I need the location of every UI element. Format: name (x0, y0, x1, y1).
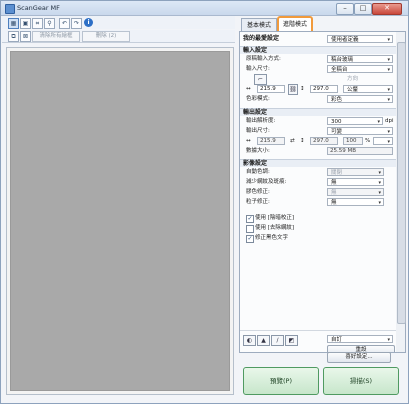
data-size-value: 25.59 MB (327, 147, 393, 155)
zoom-icon[interactable]: ⚲ (44, 18, 55, 29)
preview-area[interactable] (6, 47, 234, 395)
resolution-select[interactable]: 300 ▾ (327, 117, 383, 125)
auto-tone-select[interactable]: 關閉 ▾ (327, 168, 384, 176)
info-icon[interactable]: i (84, 18, 93, 27)
thumbnail-view-icon[interactable]: ▦ (8, 18, 19, 29)
orientation-icon[interactable]: ⌐ (254, 74, 267, 85)
data-size-label: 數據大小: (246, 148, 270, 154)
title-bar[interactable]: ScanGear MF – □ ✕ (1, 1, 408, 16)
image-settings-header: 影像設定 (240, 159, 397, 167)
crop-icon[interactable]: ⌗ (32, 18, 43, 29)
frame-select-icon[interactable]: ⧉ (8, 31, 19, 42)
output-size-label: 輸出尺寸: (246, 128, 270, 134)
tab-basic-mode[interactable]: 基本模式 (241, 18, 277, 32)
preview-button[interactable]: 預覽(P) (243, 367, 319, 395)
input-settings-header: 輸入設定 (240, 46, 397, 54)
tone-curve-icon[interactable]: ∕ (271, 335, 284, 346)
resolution-label: 輸出解析度: (246, 118, 276, 124)
scrollbar-thumb[interactable] (397, 42, 406, 324)
color-correction-select[interactable]: 無 ▾ (327, 188, 384, 196)
delete-frame-button[interactable]: 刪除 (2) (82, 31, 130, 42)
output-height-field[interactable]: 297.0 (310, 137, 338, 145)
input-size-label: 輸入尺寸: (246, 66, 270, 72)
black-text-label: 修正黑色文字 (255, 235, 289, 241)
black-text-checkbox[interactable]: ✓ (246, 235, 254, 243)
input-width-field[interactable]: 215.9 (257, 85, 285, 93)
app-window: ScanGear MF – □ ✕ ▦ ▣ ⌗ ⚲ ↶ ↷ i ⧉ ⊠ 清除所有… (0, 0, 409, 404)
scale-select[interactable]: ▾ (373, 137, 393, 145)
color-mode-select[interactable]: 彩色 ▾ (327, 95, 393, 103)
divider (240, 330, 397, 331)
descreen-select[interactable]: 無 ▾ (327, 178, 384, 186)
descreen-label: 減少網紋及斑痕: (246, 179, 287, 185)
input-height-field[interactable]: 297.0 (310, 85, 338, 93)
shading-correction-checkbox[interactable]: ✓ (246, 215, 254, 223)
tone-preset-select[interactable]: 自訂 ▾ (327, 335, 393, 343)
favorites-select[interactable]: 使用者定義 ▾ (327, 35, 393, 43)
output-height-icon: ↕ (300, 138, 305, 144)
frame-toolbar: ⧉ ⊠ 清除所有繪框 刪除 (2) (2, 30, 235, 43)
output-width-field[interactable]: 215.9 (257, 137, 285, 145)
paper-source-label: 原稿輸入方式: (246, 56, 281, 62)
direction-label: 方向 (347, 76, 359, 82)
grain-label: 粒子修正: (246, 199, 270, 205)
color-correction-label: 膠色修正: (246, 189, 270, 195)
lock-aspect-icon[interactable]: ⛓ (288, 84, 298, 95)
resolution-unit: dpi (385, 118, 394, 124)
app-icon (5, 4, 15, 14)
descreen-checkbox[interactable] (246, 225, 254, 233)
auto-tone-label: 自動色調: (246, 169, 270, 175)
scan-button[interactable]: 掃描(S) (323, 367, 399, 395)
output-settings-header: 輸出設定 (240, 108, 397, 116)
preview-image[interactable] (10, 51, 230, 391)
rotate-left-icon[interactable]: ↶ (59, 18, 70, 29)
grain-select[interactable]: 無 ▾ (327, 198, 384, 206)
rotate-right-icon[interactable]: ↷ (71, 18, 82, 29)
histogram-icon[interactable]: ▲ (257, 335, 270, 346)
maximize-button[interactable]: □ (354, 3, 372, 15)
descreen-checkbox-label: 使用 [去除網紋] (255, 225, 295, 231)
scale-unit: % (365, 138, 371, 144)
threshold-icon[interactable]: ◩ (285, 335, 298, 346)
preferences-button[interactable]: 喜好設定... (327, 352, 391, 363)
output-size-select[interactable]: 可變 ▾ (327, 127, 393, 135)
width-icon: ↔ (246, 86, 251, 92)
swap-icon: ⇄ (290, 138, 295, 144)
whole-image-view-icon[interactable]: ▣ (20, 18, 31, 29)
output-width-icon: ↔ (246, 138, 251, 144)
frame-delete-icon[interactable]: ⊠ (20, 31, 31, 42)
paper-source-select[interactable]: 稿台玻璃 ▾ (327, 55, 393, 63)
color-mode-label: 色彩模式: (246, 96, 270, 102)
preview-toolbar: ▦ ▣ ⌗ ⚲ ↶ ↷ i (2, 16, 235, 29)
shading-correction-label: 使用 [陰暗校正] (255, 215, 295, 221)
brightness-icon[interactable]: ◐ (243, 335, 256, 346)
window-title: ScanGear MF (17, 4, 60, 12)
settings-scrollbar[interactable] (396, 31, 406, 353)
settings-panel: 基本模式 進階模式 我的最愛設定 使用者定義 ▾ 輸入設定 原稿輸入方式: 稿台玻… (239, 16, 406, 402)
close-button[interactable]: ✕ (372, 3, 402, 15)
clear-all-frames-button[interactable]: 清除所有繪框 (32, 31, 80, 42)
minimize-button[interactable]: – (336, 3, 354, 15)
scale-field[interactable]: 100 (343, 137, 363, 145)
height-icon: ↕ (300, 86, 305, 92)
favorites-label: 我的最愛設定 (243, 35, 280, 42)
advanced-settings: 我的最愛設定 使用者定義 ▾ 輸入設定 原稿輸入方式: 稿台玻璃 ▾ 輸入尺寸: 全… (239, 31, 398, 353)
input-size-select[interactable]: 全稿台 ▾ (327, 65, 393, 73)
unit-select[interactable]: 公釐 ▾ (343, 85, 393, 93)
